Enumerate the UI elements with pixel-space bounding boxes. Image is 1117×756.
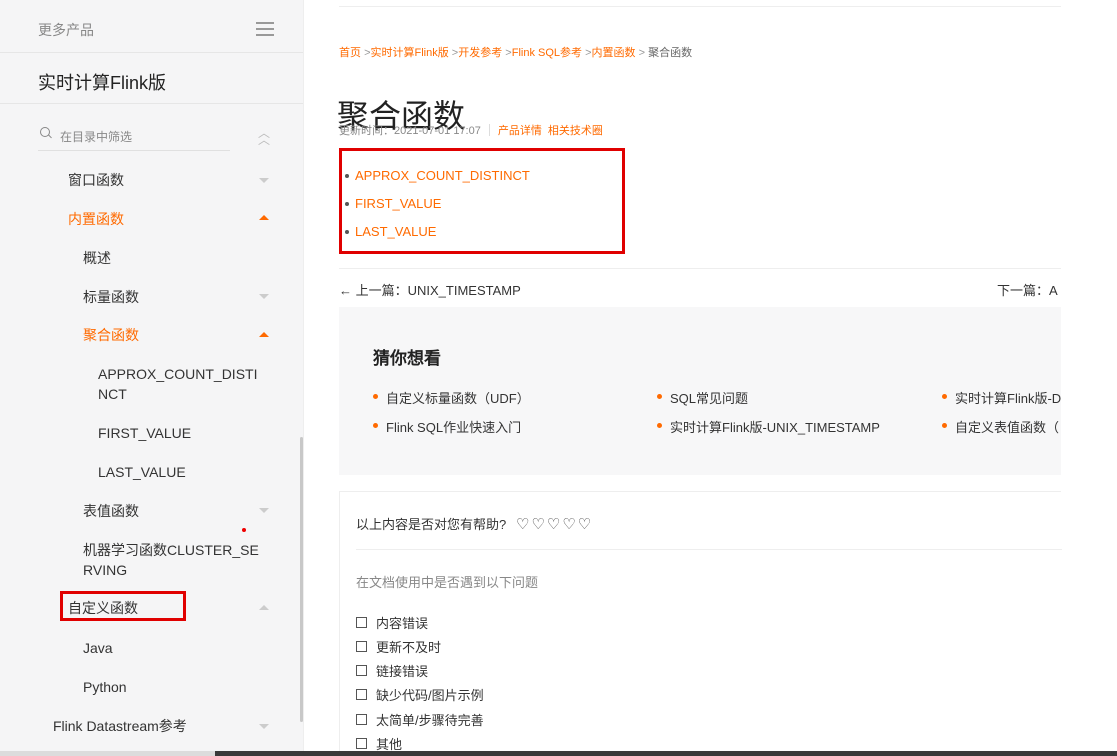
heart-icon[interactable]: ♡: [516, 515, 531, 533]
chevron-up-icon[interactable]: [259, 215, 269, 220]
collapse-all-icon[interactable]: ︿ ︿: [258, 127, 270, 146]
catalog-filter-placeholder: 在目录中筛选: [60, 130, 133, 144]
main-content: 首页 >实时计算Flink版 >开发参考 >Flink SQL参考 >内置函数 …: [303, 0, 1117, 756]
heart-icon[interactable]: ♡: [531, 515, 546, 533]
product-detail-link[interactable]: 产品详情: [498, 125, 542, 137]
feedback-panel: 以上内容是否对您有帮助? ♡♡♡♡♡ 在文档使用中是否遇到以下问题 内容错误 更…: [339, 491, 1062, 756]
feedback-subtitle: 在文档使用中是否遇到以下问题: [356, 575, 539, 590]
sidebar-item-python[interactable]: Python: [83, 677, 127, 697]
catalog-filter-input[interactable]: 在目录中筛选: [38, 124, 230, 151]
recommendations-title: 猜你想看: [373, 349, 441, 368]
sidebar-item-window-functions[interactable]: 窗口函数: [68, 170, 124, 190]
breadcrumb-dev-ref[interactable]: 开发参考: [458, 47, 502, 59]
recommendation-link[interactable]: 自定义表值函数（: [942, 417, 1059, 436]
checkbox[interactable]: [356, 665, 367, 676]
sidebar-item-approx-count-distinct[interactable]: APPROX_COUNT_DISTI NCT: [98, 364, 268, 404]
feedback-option[interactable]: 内容错误: [356, 613, 428, 632]
feedback-question-text: 以上内容是否对您有帮助?: [356, 517, 507, 532]
checkbox[interactable]: [356, 689, 367, 700]
breadcrumb-builtin[interactable]: 内置函数: [592, 47, 636, 59]
heart-icon[interactable]: ♡: [547, 515, 562, 533]
product-title-bar: 实时计算Flink版: [0, 53, 303, 104]
breadcrumb-home[interactable]: 首页: [339, 47, 361, 59]
page-meta: 更新时间：2021-07-01 17:07 产品详情 相关技术圈: [339, 122, 609, 138]
recommendations-panel: 猜你想看 自定义标量函数（UDF） SQL常见问题 实时计算Flink版-D F…: [339, 307, 1061, 475]
breadcrumb: 首页 >实时计算Flink版 >开发参考 >Flink SQL参考 >内置函数 …: [339, 47, 693, 59]
recommendation-link[interactable]: 实时计算Flink版-D: [942, 388, 1061, 407]
red-dot-marker: [242, 528, 246, 532]
checkbox[interactable]: [356, 641, 367, 652]
chevron-down-icon[interactable]: [259, 508, 269, 513]
checkbox[interactable]: [356, 738, 367, 749]
chevron-down-icon[interactable]: [259, 724, 269, 729]
breadcrumb-flink-sql[interactable]: Flink SQL参考: [512, 47, 582, 59]
recommendation-link[interactable]: Flink SQL作业快速入门: [373, 417, 521, 436]
sidebar-item-ml-functions[interactable]: 机器学习函数CLUSTER_SE RVING: [83, 540, 263, 580]
heart-icon[interactable]: ♡: [562, 515, 577, 533]
sidebar: 更多产品 实时计算Flink版 在目录中筛选 ︿ ︿ 窗口函数 内置函数 概述 标…: [0, 0, 304, 756]
feedback-option-label: 太简单/步骤待完善: [376, 713, 484, 728]
window-bottom-edge: [0, 751, 215, 756]
annotation-box-main: [339, 148, 625, 254]
divider: [339, 6, 1061, 7]
sidebar-item-last-value[interactable]: LAST_VALUE: [98, 462, 186, 482]
recommendation-link[interactable]: 自定义标量函数（UDF）: [373, 388, 530, 407]
sidebar-item-builtin-functions[interactable]: 内置函数: [68, 209, 124, 229]
checkbox[interactable]: [356, 714, 367, 725]
horizontal-scrollbar[interactable]: [215, 751, 1117, 756]
feedback-option-label: 内容错误: [376, 616, 429, 631]
divider: [339, 268, 1061, 269]
recommendation-link[interactable]: SQL常见问题: [657, 388, 748, 407]
feedback-option-label: 其他: [376, 737, 403, 752]
heart-icon[interactable]: ♡: [578, 515, 593, 533]
more-products-link[interactable]: 更多产品: [38, 20, 94, 40]
sidebar-item-java[interactable]: Java: [83, 638, 113, 658]
search-icon: [40, 127, 50, 137]
feedback-option-label: 链接错误: [376, 664, 429, 679]
chevron-down-icon[interactable]: [259, 178, 269, 183]
feedback-question: 以上内容是否对您有帮助? ♡♡♡♡♡: [356, 514, 593, 533]
sidebar-item-flink-datastream[interactable]: Flink Datastream参考: [53, 716, 187, 736]
sidebar-item-table-functions[interactable]: 表值函数: [83, 501, 139, 521]
feedback-option-label: 缺少代码/图片示例: [376, 688, 484, 703]
chevron-up-icon[interactable]: [259, 605, 269, 610]
sidebar-item-first-value[interactable]: FIRST_VALUE: [98, 423, 191, 443]
product-title[interactable]: 实时计算Flink版: [38, 69, 166, 95]
related-circle-link[interactable]: 相关技术圈: [548, 125, 603, 137]
prev-article-link[interactable]: ← 上一篇：UNIX_TIMESTAMP: [339, 280, 521, 299]
checkbox[interactable]: [356, 617, 367, 628]
feedback-option-label: 更新不及时: [376, 640, 442, 655]
sidebar-item-aggregate-functions[interactable]: 聚合函数: [83, 325, 139, 345]
next-article-link[interactable]: 下一篇：A: [997, 280, 1058, 299]
breadcrumb-current: 聚合函数: [648, 47, 693, 59]
chevron-up-icon[interactable]: [259, 332, 269, 337]
feedback-option[interactable]: 更新不及时: [356, 637, 441, 656]
rating-hearts: ♡♡♡♡♡: [516, 515, 593, 533]
recommendation-link[interactable]: 实时计算Flink版-UNIX_TIMESTAMP: [657, 417, 880, 436]
divider: [356, 549, 1062, 550]
update-time: 更新时间：2021-07-01 17:07: [339, 125, 481, 137]
chevron-down-icon[interactable]: [259, 294, 269, 299]
annotation-box-sidebar: [60, 591, 186, 621]
breadcrumb-flink[interactable]: 实时计算Flink版: [371, 47, 449, 59]
sidebar-item-overview[interactable]: 概述: [83, 248, 111, 268]
sidebar-header: 更多产品: [0, 0, 303, 53]
feedback-option[interactable]: 太简单/步骤待完善: [356, 710, 484, 729]
feedback-option[interactable]: 缺少代码/图片示例: [356, 685, 484, 704]
menu-icon[interactable]: [256, 22, 274, 36]
feedback-option[interactable]: 链接错误: [356, 661, 428, 680]
sidebar-item-scalar-functions[interactable]: 标量函数: [83, 287, 139, 307]
